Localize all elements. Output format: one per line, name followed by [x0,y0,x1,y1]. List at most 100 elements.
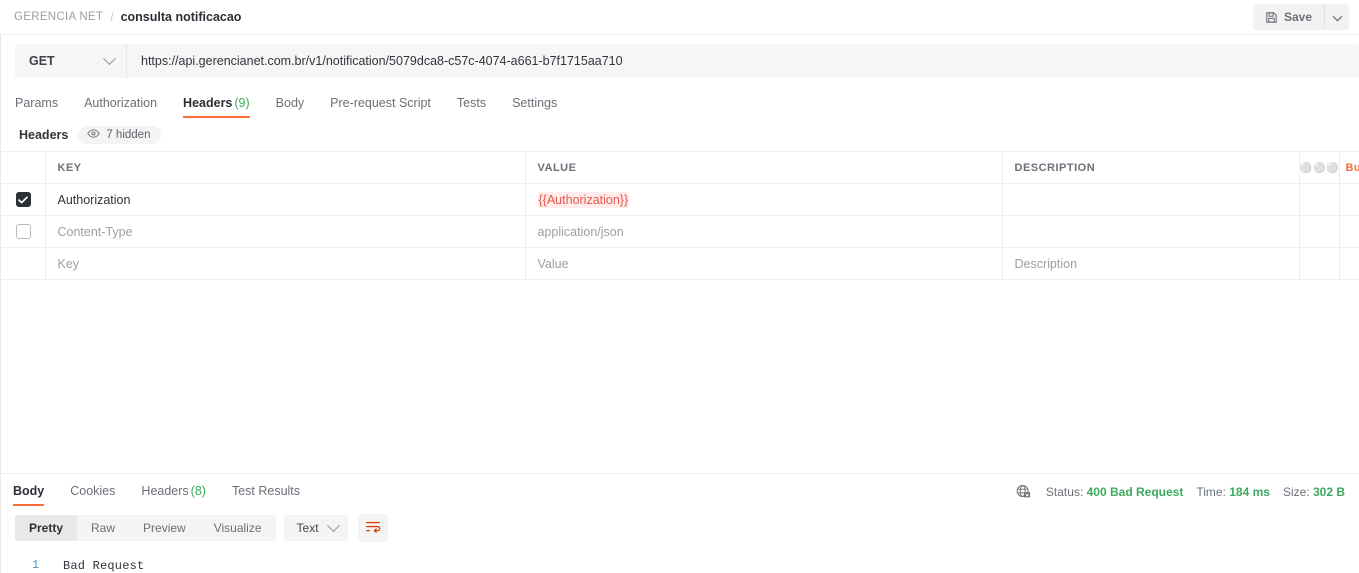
http-method-select[interactable]: GET [15,44,127,78]
header-col-checkbox [1,151,46,184]
view-mode-visualize[interactable]: Visualize [200,515,276,541]
floppy-disk-icon [1265,11,1278,24]
response-body-text: Bad Request [63,559,145,573]
header-col-bulk-edit: Bu [1339,151,1359,184]
table-row: Key Value Description [1,247,1359,280]
header-col-value: VALUE [525,151,1003,184]
row-key-text: Content-Type [57,224,133,239]
tab-headers[interactable]: Headers (9) [170,96,263,118]
view-mode-preview[interactable]: Preview [129,515,200,541]
tab-pre-request-script-label: Pre-request Script [330,96,431,110]
breadcrumb-request-name[interactable]: consulta notificacao [121,10,242,24]
row-bulk-cell [1339,183,1359,216]
bulk-edit-link[interactable]: Bu [1346,162,1359,174]
headers-section-bar: Headers 7 hidden [1,118,1359,151]
size-value: 302 B [1312,484,1345,499]
row-key-cell[interactable]: Authorization [45,183,526,216]
header-col-key: KEY [45,151,526,184]
response-tab-test-results[interactable]: Test Results [219,484,313,506]
postman-app: GERENCIA NET / consulta notificacao Save [0,0,1359,573]
check-icon [18,195,28,203]
response-tab-body-label: Body [13,484,45,498]
time-label-group: Time: 184 ms [1196,485,1270,499]
request-tabs: Params Authorization Headers (9) Body Pre… [1,87,1359,118]
headers-table: KEY VALUE DESCRIPTION ⚪⚪⚪ Bu [1,151,1359,280]
response-pane: Body Cookies Headers (8) Test Results St… [1,473,1359,573]
globe-lock-icon[interactable] [1016,484,1031,499]
response-tab-cookies[interactable]: Cookies [57,484,128,506]
tab-settings[interactable]: Settings [499,96,570,118]
response-tab-cookies-label: Cookies [70,484,116,498]
chevron-down-icon [326,518,340,532]
row-description-text: Description [1014,256,1078,271]
save-button-label: Save [1283,10,1312,24]
hidden-headers-toggle[interactable]: 7 hidden [78,126,162,144]
response-body-view: 1 Bad Request [1,550,1359,573]
tab-tests[interactable]: Tests [444,96,499,118]
row-options-cell [1299,215,1340,248]
tab-authorization-label: Authorization [84,96,158,110]
headers-table-wrapper: KEY VALUE DESCRIPTION ⚪⚪⚪ Bu [1,151,1359,280]
size-label-group: Size: 302 B [1283,485,1345,499]
row-value-cell[interactable]: application/json [525,215,1003,248]
row-description-cell[interactable] [1002,183,1300,216]
status-value: 400 Bad Request [1086,484,1184,499]
breadcrumb-separator: / [110,10,114,24]
wrap-text-icon [365,520,381,537]
row-checkbox-cell [1,183,46,216]
headers-table-empty-space [1,280,1359,473]
table-row: Content-Type application/json [1,215,1359,248]
tab-authorization[interactable]: Authorization [71,96,170,118]
response-tab-body[interactable]: Body [13,484,57,506]
response-tab-headers-label: Headers [141,484,189,498]
tab-pre-request-script[interactable]: Pre-request Script [317,96,444,118]
row-value-cell[interactable]: {{Authorization}} [525,183,1003,216]
row-key-text: Authorization [57,192,131,207]
header-col-description: DESCRIPTION [1002,151,1300,184]
save-options-button[interactable] [1324,4,1349,30]
tab-params[interactable]: Params [15,96,71,118]
tab-body-label: Body [275,96,305,110]
hidden-headers-label: 7 hidden [106,129,151,141]
row-value-cell[interactable]: Value [525,247,1003,280]
view-mode-raw[interactable]: Raw [77,515,129,541]
row-key-cell[interactable]: Key [45,247,526,280]
eye-icon [87,129,101,141]
response-tab-headers[interactable]: Headers (8) [128,484,219,506]
headers-table-header-row: KEY VALUE DESCRIPTION ⚪⚪⚪ Bu [1,151,1359,184]
row-checkbox-wrapper [1,192,44,207]
save-button[interactable]: Save [1252,4,1324,30]
view-mode-pretty[interactable]: Pretty [15,515,78,541]
response-view-mode-group: Pretty Raw Preview Visualize [15,515,276,541]
response-format-select[interactable]: Text [283,515,348,541]
response-tabs: Body Cookies Headers (8) Test Results [13,484,313,506]
wrap-text-button[interactable] [357,514,388,542]
url-input[interactable]: https://api.gerencianet.com.br/v1/notifi… [127,44,1359,78]
breadcrumb-collection[interactable]: GERENCIA NET [14,11,103,23]
row-enabled-checkbox[interactable] [15,192,31,207]
tab-headers-label: Headers [183,96,233,110]
time-value: 184 ms [1229,484,1270,499]
url-bar: GET https://api.gerencianet.com.br/v1/no… [1,35,1359,87]
row-key-cell[interactable]: Content-Type [45,215,526,248]
headers-table-head: KEY VALUE DESCRIPTION ⚪⚪⚪ Bu [1,151,1359,184]
row-enabled-checkbox[interactable] [15,224,31,239]
response-body-toolbar: Pretty Raw Preview Visualize Text [1,506,1359,550]
line-number-gutter: 1 [15,559,39,573]
row-value-text: application/json [537,224,624,239]
breadcrumb: GERENCIA NET / consulta notificacao [14,10,241,24]
row-description-cell[interactable]: Description [1002,247,1300,280]
row-options-cell [1299,247,1340,280]
row-checkbox-cell [1,215,46,248]
response-tabs-row: Body Cookies Headers (8) Test Results St… [1,474,1359,506]
status-label: Status: [1045,484,1084,499]
tab-headers-count: (9) [234,96,250,110]
tab-body[interactable]: Body [263,96,318,118]
row-key-text: Key [57,256,80,271]
http-method-label: GET [29,54,55,68]
ellipsis-icon[interactable]: ⚪⚪⚪ [1300,163,1339,174]
header-col-options: ⚪⚪⚪ [1299,151,1340,184]
row-bulk-cell [1339,247,1359,280]
row-value-text: Value [537,256,569,271]
row-description-cell[interactable] [1002,215,1300,248]
